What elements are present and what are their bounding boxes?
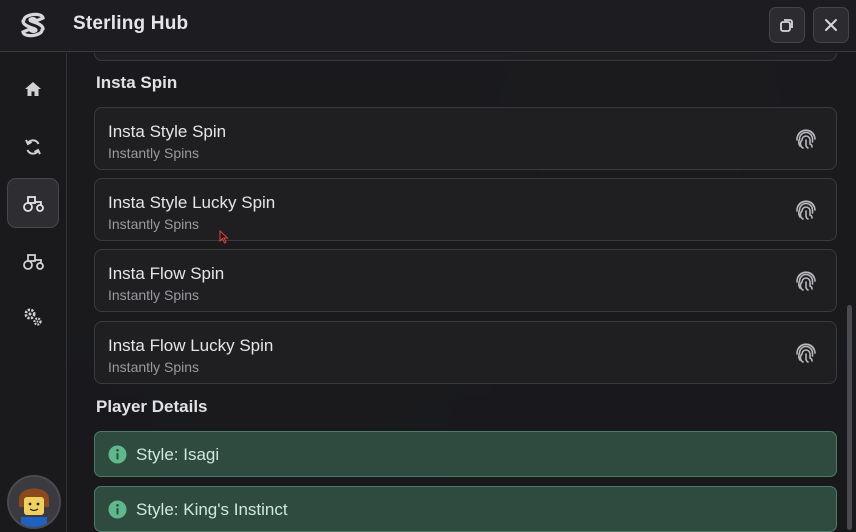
restore-button[interactable] xyxy=(769,7,805,43)
title-bar[interactable]: Sterling Hub xyxy=(0,0,856,52)
section-title-insta-spin: Insta Spin xyxy=(96,73,178,92)
sidebar-item-farm[interactable] xyxy=(7,236,59,286)
tractor-icon xyxy=(23,196,44,212)
button-description: Instantly Spins xyxy=(108,216,200,232)
sidebar-item-home[interactable] xyxy=(7,64,59,114)
restore-window-icon xyxy=(780,19,793,32)
fingerprint-icon xyxy=(796,271,816,291)
player-style-paragraph: Style: Isagi xyxy=(94,431,837,477)
close-button[interactable] xyxy=(813,7,849,43)
button-title: Insta Style Spin xyxy=(108,122,227,141)
button-title: Insta Flow Spin xyxy=(108,264,225,283)
info-icon xyxy=(108,500,127,519)
insta-style-spin-button[interactable]: Insta Style Spin Instantly Spins xyxy=(94,107,837,170)
previous-card-edge xyxy=(94,53,837,61)
insta-flow-spin-button[interactable]: Insta Flow Spin Instantly Spins xyxy=(94,249,837,312)
hub-window: Sterling Hub Insta Spin Insta Style Spin… xyxy=(0,0,856,532)
fingerprint-icon xyxy=(796,129,816,149)
window-title: Sterling Hub xyxy=(73,13,189,34)
tractor-icon xyxy=(23,254,44,270)
fingerprint-icon xyxy=(796,200,816,220)
fingerprint-icon xyxy=(796,343,816,363)
sidebar-item-settings[interactable] xyxy=(7,292,59,342)
button-title: Insta Style Lucky Spin xyxy=(108,193,276,212)
refresh-icon xyxy=(25,139,41,155)
sterling-logo-icon xyxy=(21,12,45,38)
player-style-paragraph: Style: King's Instinct xyxy=(94,486,837,532)
home-icon xyxy=(25,82,41,96)
button-title: Insta Flow Lucky Spin xyxy=(108,336,274,355)
insta-flow-lucky-spin-button[interactable]: Insta Flow Lucky Spin Instantly Spins xyxy=(94,321,837,384)
paragraph-text: Style: Isagi xyxy=(136,445,220,464)
mouse-cursor-icon xyxy=(219,230,229,244)
avatar-image xyxy=(9,477,59,527)
gears-icon xyxy=(24,308,42,326)
info-icon xyxy=(108,445,127,464)
close-icon xyxy=(825,19,837,31)
sidebar-item-farm-active[interactable] xyxy=(7,178,59,228)
avatar[interactable] xyxy=(7,475,61,529)
content-scrollbar[interactable] xyxy=(847,305,852,530)
button-description: Instantly Spins xyxy=(108,145,200,161)
main-content: Insta Spin Insta Style Spin Instantly Sp… xyxy=(68,53,856,532)
paragraph-text: Style: King's Instinct xyxy=(136,500,288,519)
button-description: Instantly Spins xyxy=(108,287,200,303)
sidebar xyxy=(0,53,67,532)
insta-style-lucky-spin-button[interactable]: Insta Style Lucky Spin Instantly Spins xyxy=(94,178,837,241)
button-description: Instantly Spins xyxy=(108,359,200,375)
sidebar-item-refresh[interactable] xyxy=(7,122,59,172)
section-title-player-details: Player Details xyxy=(96,397,208,416)
